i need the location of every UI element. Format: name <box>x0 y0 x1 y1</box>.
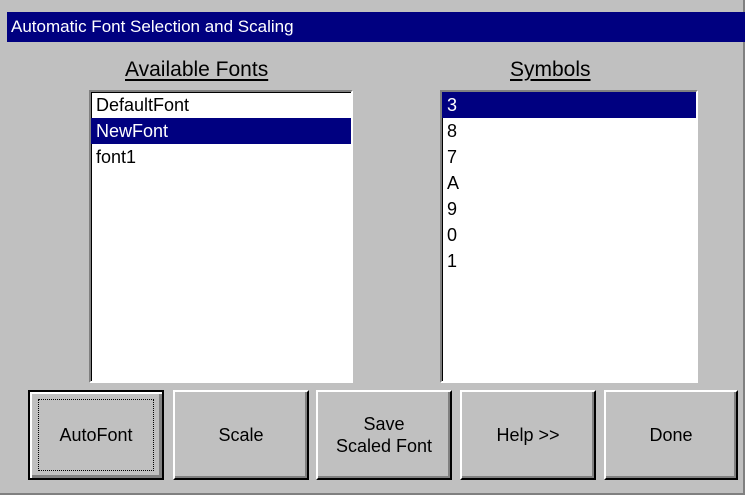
available-fonts-list[interactable]: DefaultFont NewFont font1 <box>89 90 353 383</box>
done-button[interactable]: Done <box>604 390 738 480</box>
title-bar[interactable]: Automatic Font Selection and Scaling <box>7 12 745 42</box>
dialog-window: Automatic Font Selection and Scaling Ava… <box>0 0 745 495</box>
list-item-newfont[interactable]: NewFont <box>91 118 351 144</box>
autofont-button[interactable]: AutoFont <box>28 390 164 480</box>
symbol-item[interactable]: 3 <box>442 92 696 118</box>
autofont-button-label: AutoFont <box>59 425 133 445</box>
available-fonts-heading: Available Fonts <box>125 58 269 81</box>
symbol-item[interactable]: 9 <box>442 196 696 222</box>
symbol-item[interactable]: 1 <box>442 248 696 274</box>
scale-button[interactable]: Scale <box>173 390 309 480</box>
save-scaled-font-button-label: Save Scaled Font <box>335 414 433 456</box>
list-item-font1[interactable]: font1 <box>91 144 351 170</box>
symbols-list[interactable]: 3 8 7 A 9 0 1 <box>440 90 698 383</box>
help-button-label: Help >> <box>496 425 560 445</box>
list-item-defaultfont[interactable]: DefaultFont <box>91 92 351 118</box>
symbols-heading: Symbols <box>510 58 591 81</box>
symbol-item[interactable]: 8 <box>442 118 696 144</box>
symbol-item[interactable]: 7 <box>442 144 696 170</box>
help-button[interactable]: Help >> <box>460 390 596 480</box>
scale-button-label: Scale <box>218 425 264 445</box>
focus-rectangle: AutoFont <box>38 399 154 471</box>
symbol-item[interactable]: A <box>442 170 696 196</box>
window-title: Automatic Font Selection and Scaling <box>11 17 294 36</box>
save-scaled-font-button[interactable]: Save Scaled Font <box>316 390 452 480</box>
symbol-item[interactable]: 0 <box>442 222 696 248</box>
done-button-label: Done <box>649 425 693 445</box>
